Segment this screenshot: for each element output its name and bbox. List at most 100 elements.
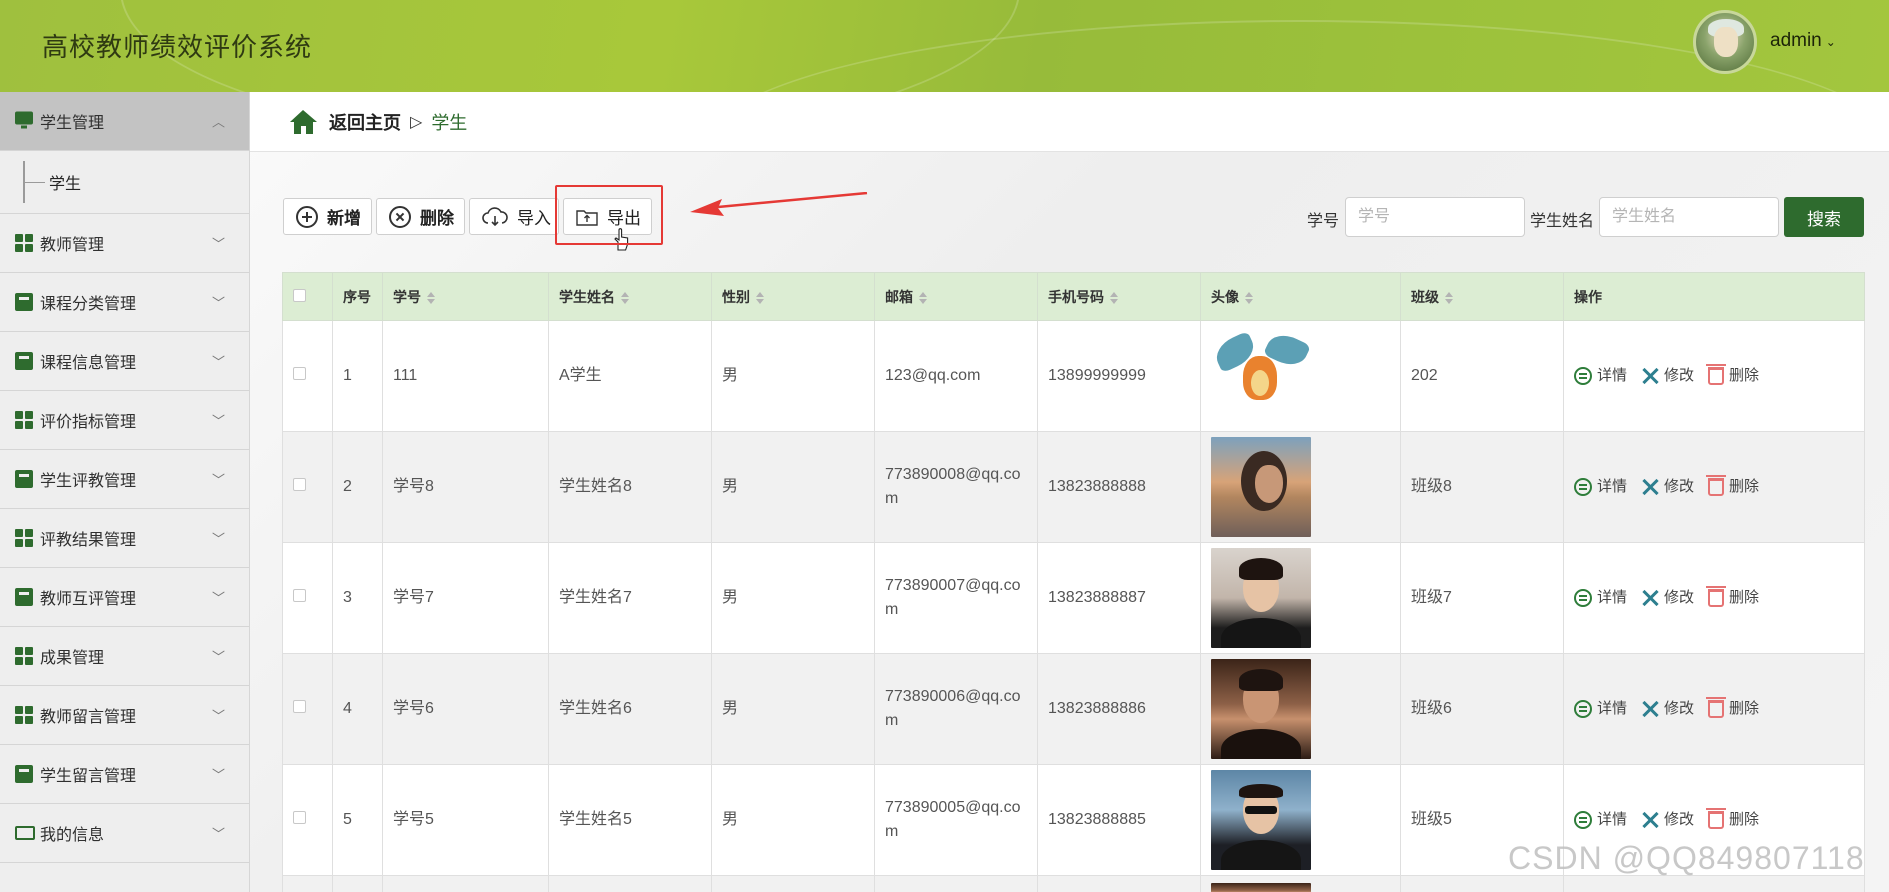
column-header[interactable]: 邮箱 — [874, 272, 1038, 321]
cell-phone: 13823888886 — [1037, 653, 1201, 765]
grid-icon — [15, 234, 33, 252]
plus-circle-icon — [296, 205, 318, 228]
cell-name: 学生姓名6 — [548, 653, 712, 765]
column-header[interactable]: 手机号码 — [1037, 272, 1201, 321]
sidebar-item-my-info[interactable]: 我的信息 ﹀ — [0, 804, 249, 863]
delete-button[interactable]: 删除 — [1706, 364, 1759, 388]
import-button[interactable]: 导入 — [469, 198, 559, 235]
chevron-down-icon: ﹀ — [211, 354, 225, 370]
sort-icon[interactable] — [427, 291, 435, 304]
sort-icon[interactable] — [1110, 291, 1118, 304]
sidebar-item-evaluation-result[interactable]: 评教结果管理 ﹀ — [0, 509, 249, 568]
table-row[interactable]: 4 学号6 学生姓名6 男 773890006@qq.com 138238888… — [282, 653, 1865, 765]
import-button-label: 导入 — [517, 209, 551, 228]
detail-button[interactable]: 详情 — [1574, 697, 1627, 721]
edit-button[interactable]: 修改 — [1641, 697, 1694, 721]
cell-phone: 13899999999 — [1037, 320, 1201, 432]
annotation-arrow-icon — [690, 192, 868, 216]
batch-delete-button[interactable]: 删除 — [376, 198, 465, 235]
sidebar-subitem-label: 学生 — [49, 176, 82, 193]
table-row[interactable] — [282, 875, 1865, 892]
column-header[interactable]: 性别 — [711, 272, 875, 321]
table-header-row: 序号 学号 学生姓名 性别 邮箱 手机号码 头像 班级 操作 — [282, 272, 1865, 321]
sidebar-item-label: 学生评教管理 — [40, 473, 137, 490]
sidebar-subitem-student[interactable]: 学生 — [0, 151, 249, 214]
sidebar-item-label: 课程分类管理 — [40, 296, 137, 313]
sidebar-item-teacher-message[interactable]: 教师留言管理 ﹀ — [0, 686, 249, 745]
home-icon[interactable] — [290, 109, 317, 134]
cell-name: A学生 — [548, 320, 712, 432]
cell-email: 123@qq.com — [874, 320, 1038, 432]
user-menu[interactable]: admin ⌄ — [1770, 30, 1836, 52]
cell-avatar — [1200, 764, 1401, 876]
briefcase-icon — [15, 352, 33, 370]
column-header[interactable]: 学生姓名 — [548, 272, 712, 321]
girl-sunset-avatar-image[interactable] — [1211, 437, 1311, 537]
sidebar-item-course-category[interactable]: 课程分类管理 ﹀ — [0, 273, 249, 332]
avatar-image[interactable] — [1211, 882, 1311, 892]
breadcrumb-home-link[interactable]: 返回主页 — [329, 109, 401, 135]
boy-sea-avatar-image[interactable] — [1211, 770, 1311, 870]
delete-button[interactable]: 删除 — [1706, 586, 1759, 610]
row-checkbox[interactable] — [293, 589, 306, 602]
student-id-search-input[interactable] — [1345, 197, 1525, 237]
sort-icon[interactable] — [621, 291, 629, 304]
cell-email: 773890007@qq.com — [874, 542, 1038, 654]
detail-icon — [1574, 700, 1592, 718]
row-checkbox[interactable] — [293, 811, 306, 824]
detail-button[interactable]: 详情 — [1574, 808, 1627, 832]
row-checkbox[interactable] — [293, 367, 306, 380]
select-all-cell[interactable] — [282, 272, 333, 321]
select-all-checkbox[interactable] — [293, 288, 306, 302]
sort-icon[interactable] — [919, 291, 927, 304]
cell-name: 学生姓名8 — [548, 431, 712, 543]
edit-button[interactable]: 修改 — [1641, 808, 1694, 832]
add-button[interactable]: 新增 — [283, 198, 372, 235]
user-avatar[interactable] — [1693, 10, 1757, 74]
detail-button[interactable]: 详情 — [1574, 475, 1627, 499]
delete-button[interactable]: 删除 — [1706, 475, 1759, 499]
row-checkbox[interactable] — [293, 478, 306, 491]
boy-portrait-avatar-image[interactable] — [1211, 548, 1311, 648]
chevron-up-icon: ︿ — [211, 114, 225, 130]
column-header[interactable]: 头像 — [1200, 272, 1401, 321]
sidebar-item-label: 评价指标管理 — [40, 414, 137, 431]
table-row[interactable]: 3 学号7 学生姓名7 男 773890007@qq.com 138238888… — [282, 542, 1865, 654]
edit-button[interactable]: 修改 — [1641, 475, 1694, 499]
sort-icon[interactable] — [1445, 291, 1453, 304]
table-row[interactable]: 1 111 A学生 男 123@qq.com 13899999999 202 详… — [282, 320, 1865, 432]
sidebar-item-student-management[interactable]: 学生管理 ︿ — [0, 92, 249, 151]
wrench-icon — [1641, 700, 1659, 718]
row-checkbox[interactable] — [293, 700, 306, 713]
sidebar-item-achievement[interactable]: 成果管理 ﹀ — [0, 627, 249, 686]
column-header[interactable]: 学号 — [382, 272, 549, 321]
edit-button[interactable]: 修改 — [1641, 586, 1694, 610]
sidebar-item-course-info[interactable]: 课程信息管理 ﹀ — [0, 332, 249, 391]
delete-button[interactable]: 删除 — [1706, 697, 1759, 721]
cell-gender: 男 — [711, 431, 875, 543]
dragon-avatar-image[interactable] — [1211, 326, 1311, 426]
detail-button[interactable]: 详情 — [1574, 586, 1627, 610]
sidebar-item-peer-review[interactable]: 教师互评管理 ﹀ — [0, 568, 249, 627]
boy-dark-avatar-image[interactable] — [1211, 659, 1311, 759]
detail-button[interactable]: 详情 — [1574, 364, 1627, 388]
edit-button[interactable]: 修改 — [1641, 364, 1694, 388]
close-circle-icon — [389, 205, 411, 228]
sort-icon[interactable] — [756, 291, 764, 304]
cell-avatar — [1200, 320, 1401, 432]
student-name-search-input[interactable] — [1599, 197, 1779, 237]
search-button[interactable]: 搜索 — [1784, 197, 1864, 237]
sort-icon[interactable] — [1245, 291, 1253, 304]
app-title: 高校教师绩效评价系统 — [42, 32, 313, 62]
sidebar-item-student-evaluation[interactable]: 学生评教管理 ﹀ — [0, 450, 249, 509]
student-name-label: 学生姓名 — [1530, 213, 1595, 230]
sidebar-item-evaluation-index[interactable]: 评价指标管理 ﹀ — [0, 391, 249, 450]
delete-button[interactable]: 删除 — [1706, 808, 1759, 832]
row-actions: 详情 修改 删除 — [1574, 475, 1864, 499]
table-row[interactable]: 2 学号8 学生姓名8 男 773890008@qq.com 138238888… — [282, 431, 1865, 543]
sidebar-item-student-message[interactable]: 学生留言管理 ﹀ — [0, 745, 249, 804]
column-header: 操作 — [1563, 272, 1865, 321]
sidebar-item-label: 学生留言管理 — [40, 768, 137, 785]
column-header[interactable]: 班级 — [1400, 272, 1564, 321]
sidebar-item-teacher-management[interactable]: 教师管理 ﹀ — [0, 214, 249, 273]
